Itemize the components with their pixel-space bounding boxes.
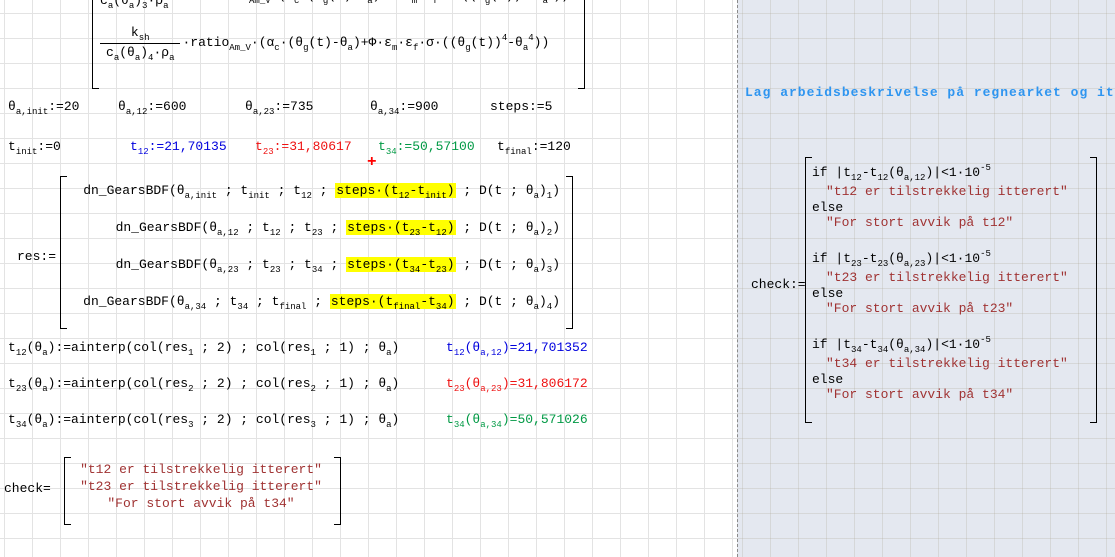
interp-result-t12[interactable]: t12(θa,12)=21,701352 <box>446 341 588 356</box>
then-string: "t23 er tilstrekkelig itterert" <box>812 270 1068 286</box>
math-expr: t23(θa,23)=31,806172 <box>446 376 588 391</box>
else-string: "For stort avvik på t12" <box>812 215 1068 231</box>
math-expr: t34:=50,57100 <box>378 139 475 154</box>
else-keyword: else <box>812 200 1068 215</box>
t-def-34[interactable]: t34:=50,57100 <box>378 140 475 155</box>
math-expr: t23:=31,80617 <box>255 139 352 154</box>
if-condition: if |t12-t12(θa,12)|<1·10-5 <box>812 158 1068 181</box>
res-row-1[interactable]: dn_GearsBDF(θa,init ; tinit ; t12 ; step… <box>83 184 560 199</box>
top-formula-row1-right[interactable]: ratioAm_V·(αc·(θg(t)-θa)+Φ·εm·εf·σ·((θg(… <box>210 0 569 4</box>
check-result-bracket-right <box>334 457 341 525</box>
check-def-group-t23: if |t23-t23(θa,23)|<1·10-5 "t23 er tilst… <box>812 244 1068 317</box>
highlighted-term: steps·(t34-t23) <box>346 257 455 272</box>
then-string: "t12 er tilstrekkelig itterert" <box>812 184 1068 200</box>
highlighted-term: steps·(tfinal-t34) <box>330 294 456 309</box>
res-row-3[interactable]: dn_GearsBDF(θa,23 ; t23 ; t34 ; steps·(t… <box>116 258 560 273</box>
highlighted-term: steps·(t12-tinit) <box>335 183 455 198</box>
interp-def-t12[interactable]: t12(θa):=ainterp(col(res1 ; 2) ; col(res… <box>8 341 399 356</box>
check-result-row: "t23 er tilstrekkelig itterert" <box>68 478 334 495</box>
math-expr: dn_GearsBDF(θa,12 ; t12 ; t23 ; <box>116 220 347 235</box>
math-expr: steps:=5 <box>490 99 552 114</box>
else-string: "For stort avvik på t23" <box>812 301 1068 317</box>
math-expr: θa,34:=900 <box>370 99 438 114</box>
math-expr: t34(θa,34)=50,571026 <box>446 412 588 427</box>
math-expr: t23(θa):=ainterp(col(res2 ; 2) ; col(res… <box>8 376 399 391</box>
math-fragment: ca(θa)3·ρa <box>100 0 168 8</box>
t-def-final[interactable]: tfinal:=120 <box>497 140 571 155</box>
math-expr: res:= <box>17 249 56 264</box>
check-def-label[interactable]: check:= <box>751 278 806 293</box>
math-expr: t12(θa):=ainterp(col(res1 ; 2) ; col(res… <box>8 340 399 355</box>
crosshair-cursor: + <box>367 153 377 171</box>
math-expr: ; D(t ; θa)4) <box>456 294 560 309</box>
check-def-body[interactable]: if |t12-t12(θa,12)|<1·10-5 "t12 er tilst… <box>812 158 1068 416</box>
check-def-group-t34: if |t34-t34(θa,34)|<1·10-5 "t34 er tilst… <box>812 330 1068 403</box>
if-condition: if |t23-t23(θa,23)|<1·10-5 <box>812 244 1068 267</box>
fraction-denominator: ca(θa)4·ρa <box>100 43 180 61</box>
res-row-2[interactable]: dn_GearsBDF(θa,12 ; t12 ; t23 ; steps·(t… <box>116 221 560 236</box>
math-expr: tfinal:=120 <box>497 139 571 154</box>
interp-result-t34[interactable]: t34(θa,34)=50,571026 <box>446 413 588 428</box>
math-expr: ; D(t ; θa)1) <box>456 183 560 198</box>
t-def-init[interactable]: tinit:=0 <box>8 140 61 155</box>
math-expr: t12(θa,12)=21,701352 <box>446 340 588 355</box>
math-expr: ; D(t ; θa)2) <box>456 220 560 235</box>
math-expr: t12:=21,70135 <box>130 139 227 154</box>
theta-def-a-12[interactable]: θa,12:=600 <box>118 100 186 115</box>
interp-def-t23[interactable]: t23(θa):=ainterp(col(res2 ; 2) ; col(res… <box>8 377 399 392</box>
math-expr: check= <box>4 481 51 496</box>
res-row-4[interactable]: dn_GearsBDF(θa,34 ; t34 ; tfinal ; steps… <box>83 295 560 310</box>
top-formula-row1-left[interactable]: ca(θa)3·ρa <box>100 0 168 9</box>
math-expr: θa,12:=600 <box>118 99 186 114</box>
math-fragment: ratioAm_V·(αc·(θg(t)-θa)+Φ·εm·εf·σ·((θg(… <box>210 0 569 3</box>
math-expr: t34(θa):=ainterp(col(res3 ; 2) ; col(res… <box>8 412 399 427</box>
math-expr: dn_GearsBDF(θa,init ; tinit ; t12 ; <box>83 183 335 198</box>
check-def-group-t12: if |t12-t12(θa,12)|<1·10-5 "t12 er tilst… <box>812 158 1068 231</box>
math-expr: tinit:=0 <box>8 139 61 154</box>
steps-def[interactable]: steps:=5 <box>490 100 552 115</box>
t-def-12[interactable]: t12:=21,70135 <box>130 140 227 155</box>
theta-def-a-34[interactable]: θa,34:=900 <box>370 100 438 115</box>
fraction-numerator: ksh <box>100 26 180 43</box>
else-keyword: else <box>812 286 1068 301</box>
math-fragment: ·ratioAm_V·(αc·(θg(t)-θa)+Φ·εm·εf·σ·((θg… <box>182 36 549 51</box>
interp-def-t34[interactable]: t34(θa):=ainterp(col(res3 ; 2) ; col(res… <box>8 413 399 428</box>
then-string: "t34 er tilstrekkelig itterert" <box>812 356 1068 372</box>
math-expr: check:= <box>751 277 806 292</box>
check-result-values[interactable]: "t12 er tilstrekkelig itterert" "t23 er … <box>68 461 334 512</box>
top-matrix-bracket-right <box>578 0 585 89</box>
math-expr: dn_GearsBDF(θa,34 ; t34 ; tfinal ; <box>83 294 330 309</box>
res-matrix-bracket-left <box>60 176 67 329</box>
t-def-23[interactable]: t23:=31,80617 <box>255 140 352 155</box>
math-expr: dn_GearsBDF(θa,23 ; t23 ; t34 ; <box>116 257 347 272</box>
highlighted-term: steps·(t23-t12) <box>346 220 455 235</box>
theta-def-a-init[interactable]: θa,init:=20 <box>8 100 79 115</box>
fraction: ksh ca(θa)4·ρa <box>100 26 180 61</box>
check-result-row: "For stort avvik på t34" <box>68 495 334 512</box>
top-formula-row2[interactable]: ksh ca(θa)4·ρa ·ratioAm_V·(αc·(θg(t)-θa)… <box>100 26 549 61</box>
worksheet-note[interactable]: Lag arbeidsbeskrivelse på regnearket og … <box>745 86 1115 101</box>
check-result-label[interactable]: check= <box>4 482 51 497</box>
theta-def-a-23[interactable]: θa,23:=735 <box>245 100 313 115</box>
math-expr: ; D(t ; θa)3) <box>456 257 560 272</box>
else-keyword: else <box>812 372 1068 387</box>
worksheet: ca(θa)3·ρa ratioAm_V·(αc·(θg(t)-θa)+Φ·εm… <box>0 0 1115 557</box>
check-def-bracket-left <box>805 157 812 423</box>
check-result-row: "t12 er tilstrekkelig itterert" <box>68 461 334 478</box>
top-matrix-bracket-left <box>92 0 99 89</box>
res-label[interactable]: res:= <box>17 250 56 265</box>
if-condition: if |t34-t34(θa,34)|<1·10-5 <box>812 330 1068 353</box>
res-matrix-bracket-right <box>566 176 573 329</box>
math-expr: θa,23:=735 <box>245 99 313 114</box>
note-text: Lag arbeidsbeskrivelse på regnearket og … <box>745 85 1115 100</box>
else-string: "For stort avvik på t34" <box>812 387 1068 403</box>
crosshair-glyph: + <box>367 153 377 171</box>
check-def-bracket-right <box>1090 157 1097 423</box>
math-expr: θa,init:=20 <box>8 99 79 114</box>
interp-result-t23[interactable]: t23(θa,23)=31,806172 <box>446 377 588 392</box>
